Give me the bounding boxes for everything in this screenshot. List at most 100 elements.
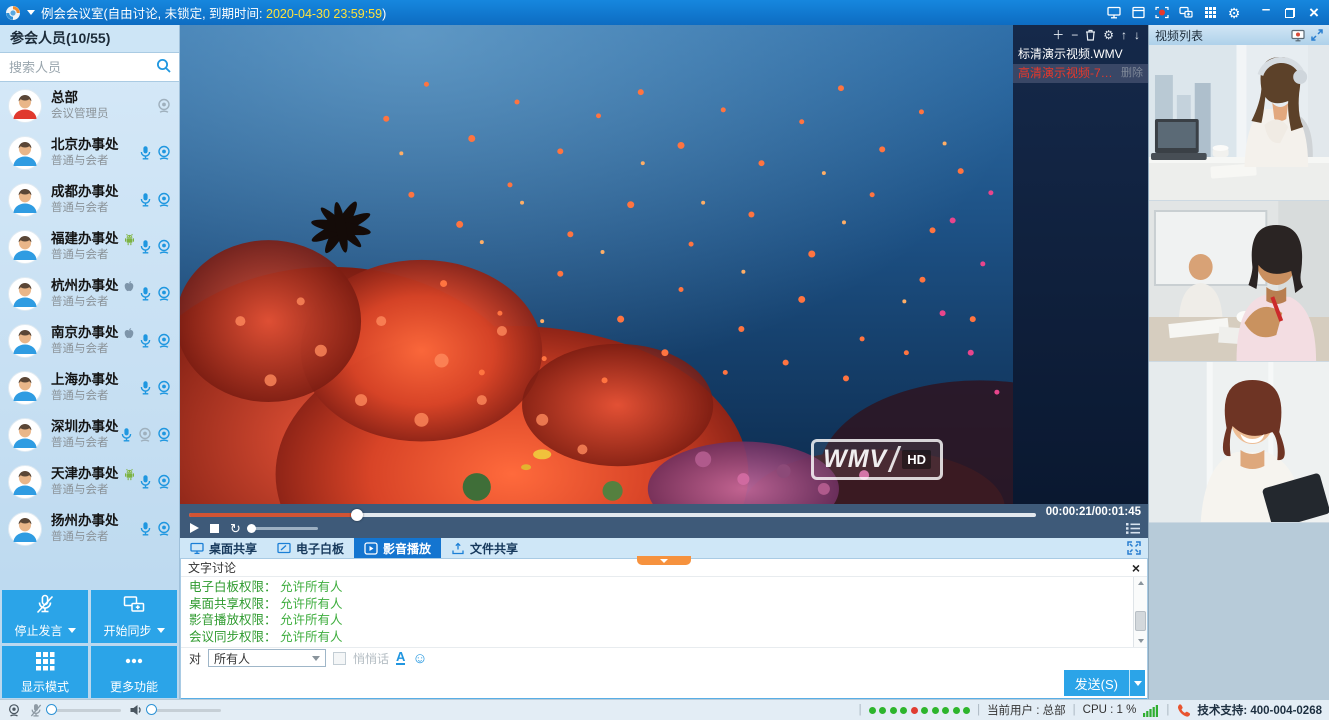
delete-item-button[interactable]: 删除 xyxy=(1121,64,1143,83)
speaker-volume-slider[interactable] xyxy=(151,709,221,712)
status-bar: | xyxy=(0,699,1329,720)
chevron-down-icon[interactable] xyxy=(68,628,76,633)
settings-icon[interactable]: ＋ − ⚙ ↑ ↓ xyxy=(1103,29,1114,41)
stop-button[interactable] xyxy=(210,524,219,533)
fullscreen-icon[interactable] xyxy=(1127,541,1141,555)
action-button[interactable]: 开始同步 xyxy=(91,590,177,643)
recipient-select[interactable]: 所有人 xyxy=(208,649,326,667)
mic-icon[interactable] xyxy=(138,192,153,208)
mic-volume-knob[interactable] xyxy=(46,704,57,715)
chevron-down-icon[interactable] xyxy=(27,10,35,15)
feature-tab[interactable]: 文件共享 xyxy=(441,538,528,558)
chat-scrollbar[interactable] xyxy=(1133,577,1147,647)
participant-row[interactable]: 南京办事处 普通与会者 xyxy=(0,317,179,364)
participant-row[interactable]: 福建办事处 普通与会者 xyxy=(0,223,179,270)
video-monitor-icon[interactable] xyxy=(1291,29,1305,42)
playlist-item[interactable]: 高清演示视频-720P.wmv 删除 xyxy=(1013,64,1148,83)
video-frame[interactable]: WMV HD xyxy=(180,25,1013,504)
video-thumbnail[interactable] xyxy=(1149,362,1329,523)
mic-muted-icon[interactable] xyxy=(29,703,43,718)
participant-row[interactable]: 深圳办事处 普通与会者 xyxy=(0,411,179,458)
webcam-icon[interactable] xyxy=(156,427,172,443)
expand-icon[interactable] xyxy=(1311,29,1323,41)
record-icon[interactable] xyxy=(1151,2,1173,23)
scroll-up-arrow[interactable] xyxy=(1134,577,1147,589)
mic-icon[interactable] xyxy=(138,474,153,490)
participant-row[interactable]: 扬州办事处 普通与会者 xyxy=(0,505,179,552)
speaker-icon[interactable] xyxy=(129,703,143,717)
scroll-down-arrow[interactable] xyxy=(1134,635,1147,647)
add-icon[interactable]: ＋ − ⚙ ↑ ↓ xyxy=(1052,29,1064,41)
volume-slider[interactable] xyxy=(252,527,318,530)
webcam-icon[interactable] xyxy=(156,333,172,349)
participant-search xyxy=(0,52,179,82)
scrollbar-thumb[interactable] xyxy=(1135,611,1146,631)
action-button[interactable]: 更多功能 xyxy=(91,646,177,699)
action-button[interactable]: 显示模式 xyxy=(2,646,88,699)
search-input[interactable] xyxy=(0,53,179,81)
mic-icon[interactable] xyxy=(138,286,153,302)
move-down-icon[interactable]: ＋ − ⚙ ↑ ↓ xyxy=(1134,29,1140,41)
webcam-off-icon[interactable] xyxy=(137,427,153,443)
feature-tab[interactable]: 电子白板 xyxy=(267,538,354,558)
play-button[interactable] xyxy=(190,523,199,533)
mic-volume-slider[interactable] xyxy=(51,709,121,712)
delete-icon[interactable]: ＋ − ⚙ ↑ ↓ xyxy=(1085,29,1096,41)
participant-row[interactable]: 上海办事处 普通与会者 xyxy=(0,364,179,411)
speaker-volume-knob[interactable] xyxy=(146,704,157,715)
webcam-icon[interactable] xyxy=(156,239,172,255)
window-layout-icon[interactable] xyxy=(1127,2,1149,23)
participant-row[interactable]: 北京办事处 普通与会者 xyxy=(0,129,179,176)
video-thumbnail[interactable] xyxy=(1149,45,1329,201)
playlist-toggle-icon[interactable] xyxy=(1126,522,1140,535)
participant-row[interactable]: 总部 会议管理员 xyxy=(0,82,179,129)
message-input[interactable] xyxy=(183,669,1145,697)
mic-icon[interactable] xyxy=(138,380,153,396)
feature-tab[interactable]: 桌面共享 xyxy=(180,538,267,558)
playlist-item[interactable]: 标清演示视频.WMV xyxy=(1013,45,1148,64)
settings-gear-icon[interactable]: ⚙ xyxy=(1223,2,1245,23)
webcam-icon[interactable] xyxy=(156,521,172,537)
mic-icon[interactable] xyxy=(138,145,153,161)
volume-knob[interactable] xyxy=(247,524,256,533)
participant-row[interactable]: 成都办事处 普通与会者 xyxy=(0,176,179,223)
mic-icon[interactable] xyxy=(119,427,134,443)
mic-icon[interactable] xyxy=(138,521,153,537)
webcam-icon[interactable] xyxy=(156,380,172,396)
participant-row[interactable]: 天津办事处 普通与会者 xyxy=(0,458,179,505)
feature-tab[interactable]: 影音播放 xyxy=(354,538,441,558)
close-button[interactable]: × xyxy=(1303,2,1325,23)
close-icon[interactable]: × xyxy=(1132,561,1140,575)
webcam-off-icon[interactable] xyxy=(156,98,172,114)
replay-icon[interactable]: ↻ xyxy=(230,522,241,535)
chevron-down-icon[interactable] xyxy=(157,628,165,633)
participant-row[interactable]: 杭州办事处 普通与会者 xyxy=(0,270,179,317)
emoji-icon[interactable]: ☺ xyxy=(412,651,427,666)
pc-sync-icon[interactable] xyxy=(1175,2,1197,23)
action-button[interactable]: 停止发言 xyxy=(2,590,88,643)
seek-knob[interactable] xyxy=(351,509,363,521)
search-icon[interactable] xyxy=(156,58,172,74)
maximize-button[interactable] xyxy=(1279,2,1301,23)
mic-icon[interactable] xyxy=(138,239,153,255)
screen-share-icon[interactable] xyxy=(1103,2,1125,23)
video-thumbnail[interactable] xyxy=(1149,201,1329,362)
webcam-icon[interactable] xyxy=(156,145,172,161)
webcam-icon[interactable] xyxy=(156,192,172,208)
send-options-button[interactable] xyxy=(1129,670,1145,696)
send-button[interactable]: 发送(S) xyxy=(1064,670,1129,696)
avatar xyxy=(8,277,42,311)
webcam-icon[interactable] xyxy=(7,703,21,718)
mic-icon[interactable] xyxy=(138,333,153,349)
display-mode-icon[interactable] xyxy=(1199,2,1221,23)
whisper-checkbox[interactable] xyxy=(333,652,346,665)
panel-collapse-handle[interactable] xyxy=(637,556,691,565)
font-style-button[interactable]: A xyxy=(396,651,405,665)
remove-icon[interactable]: ＋ − ⚙ ↑ ↓ xyxy=(1071,29,1078,41)
minimize-button[interactable]: – xyxy=(1255,0,1277,26)
webcam-icon[interactable] xyxy=(156,286,172,302)
move-up-icon[interactable]: ＋ − ⚙ ↑ ↓ xyxy=(1121,29,1127,41)
seek-bar[interactable] xyxy=(189,511,1036,519)
participant-role: 普通与会者 xyxy=(51,248,136,262)
webcam-icon[interactable] xyxy=(156,474,172,490)
